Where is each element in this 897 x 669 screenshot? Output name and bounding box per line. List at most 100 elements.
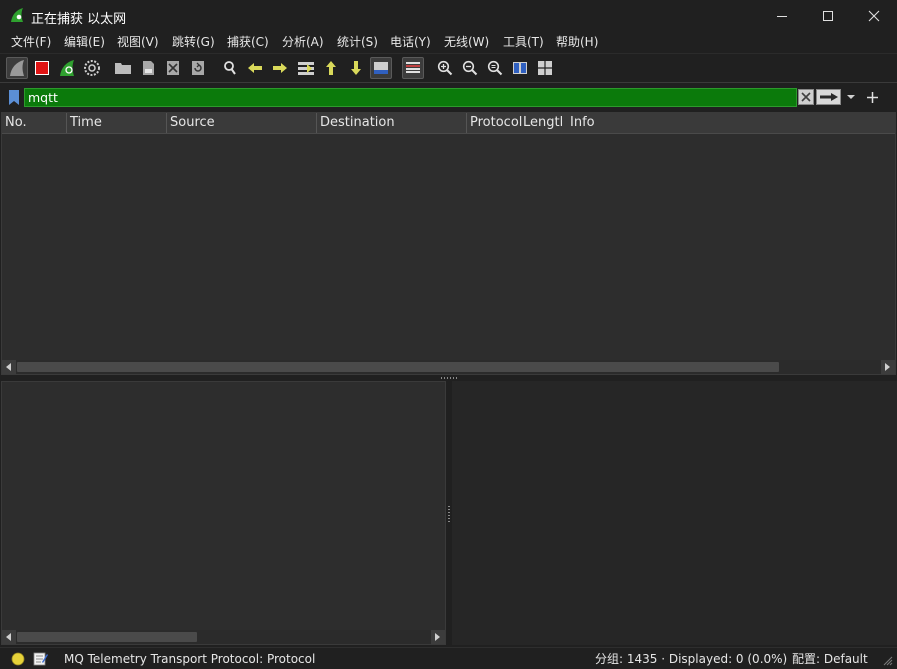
reload-file-button[interactable] bbox=[187, 57, 209, 79]
menu-go[interactable]: 跳转(G) bbox=[172, 33, 215, 51]
column-header-length[interactable]: Lengtl bbox=[523, 113, 567, 133]
save-file-button[interactable] bbox=[137, 57, 159, 79]
splitter-grip-icon bbox=[441, 377, 457, 379]
packet-details-pane[interactable] bbox=[1, 381, 446, 645]
scroll-left-icon bbox=[6, 633, 11, 641]
wireshark-fin-icon bbox=[11, 8, 23, 22]
go-back-icon bbox=[248, 63, 262, 73]
menu-capture[interactable]: 捕获(C) bbox=[227, 33, 269, 51]
packet-list-hscrollbar[interactable] bbox=[2, 360, 895, 374]
menu-wireless[interactable]: 无线(W) bbox=[444, 33, 489, 51]
open-file-button[interactable] bbox=[112, 57, 134, 79]
first-packet-button[interactable] bbox=[320, 57, 342, 79]
colorize-icon bbox=[406, 62, 420, 73]
restart-capture-icon bbox=[60, 60, 74, 76]
normal-size-icon bbox=[487, 60, 503, 76]
stop-capture-button[interactable] bbox=[31, 57, 53, 79]
first-packet-icon bbox=[326, 61, 336, 75]
scroll-left-button[interactable] bbox=[2, 360, 16, 374]
details-hscrollbar[interactable] bbox=[2, 630, 445, 644]
window-title: 正在捕获 以太网 bbox=[31, 12, 127, 27]
menu-analyze[interactable]: 分析(A) bbox=[282, 33, 324, 51]
layout-icon bbox=[538, 61, 552, 75]
last-packet-icon bbox=[351, 61, 361, 75]
close-button[interactable] bbox=[851, 0, 897, 31]
capture-comment-icon[interactable] bbox=[33, 651, 48, 666]
plus-icon bbox=[866, 92, 878, 103]
apply-filter-button[interactable] bbox=[816, 89, 841, 105]
display-filter-input[interactable] bbox=[24, 88, 797, 107]
save-file-icon bbox=[143, 61, 154, 75]
expert-info-icon[interactable] bbox=[11, 652, 25, 666]
scroll-right-button[interactable] bbox=[881, 360, 895, 374]
find-packet-button[interactable] bbox=[219, 57, 241, 79]
chevron-down-icon bbox=[847, 95, 855, 99]
details-scroll-left-button[interactable] bbox=[2, 630, 16, 644]
resize-grip-icon[interactable] bbox=[883, 656, 893, 666]
scroll-right-icon bbox=[885, 363, 890, 371]
normal-size-button[interactable] bbox=[484, 57, 506, 79]
autoscroll-button[interactable] bbox=[370, 57, 392, 79]
restart-capture-button[interactable] bbox=[56, 57, 78, 79]
capture-options-button[interactable] bbox=[81, 57, 103, 79]
zoom-in-icon bbox=[437, 60, 453, 76]
packet-list-pane[interactable]: No. Time Source Destination Protocol Len… bbox=[1, 112, 896, 375]
menu-help[interactable]: 帮助(H) bbox=[556, 33, 598, 51]
column-header-time[interactable]: Time bbox=[67, 113, 167, 133]
colorize-button[interactable] bbox=[402, 57, 424, 79]
menu-file[interactable]: 文件(F) bbox=[11, 33, 51, 51]
find-packet-icon bbox=[224, 61, 236, 75]
splitter-grip-vertical-icon bbox=[448, 506, 450, 522]
layout-button[interactable] bbox=[534, 57, 556, 79]
last-packet-button[interactable] bbox=[345, 57, 367, 79]
column-header-no[interactable]: No. bbox=[2, 113, 67, 133]
wireshark-window: 正在捕获 以太网 文件(F) 编辑(E) 视图(V) 跳转(G) 捕获(C) 分… bbox=[0, 0, 897, 669]
minimize-button[interactable] bbox=[759, 0, 805, 31]
title-bar: 正在捕获 以太网 bbox=[0, 0, 897, 31]
menu-bar: 文件(F) 编辑(E) 视图(V) 跳转(G) 捕获(C) 分析(A) 统计(S… bbox=[0, 31, 897, 53]
autoscroll-icon bbox=[374, 62, 388, 74]
menu-statistics[interactable]: 统计(S) bbox=[337, 33, 378, 51]
column-header-source[interactable]: Source bbox=[167, 113, 317, 133]
filter-history-button[interactable] bbox=[843, 89, 859, 105]
field-description: MQ Telemetry Transport Protocol: Protoco… bbox=[64, 652, 316, 666]
start-capture-button[interactable] bbox=[6, 57, 28, 79]
scroll-left-icon bbox=[6, 363, 11, 371]
go-back-button[interactable] bbox=[244, 57, 266, 79]
clear-icon bbox=[798, 89, 814, 105]
status-bar: MQ Telemetry Transport Protocol: Protoco… bbox=[0, 647, 897, 669]
menu-edit[interactable]: 编辑(E) bbox=[64, 33, 105, 51]
close-file-icon bbox=[167, 61, 179, 75]
scroll-right-icon bbox=[435, 633, 440, 641]
go-forward-icon bbox=[273, 63, 287, 73]
zoom-out-icon bbox=[462, 60, 478, 76]
minimize-icon bbox=[777, 15, 787, 17]
main-toolbar bbox=[0, 53, 897, 83]
close-icon bbox=[868, 10, 880, 21]
profile-label[interactable]: 配置: Default bbox=[792, 651, 868, 667]
start-capture-icon bbox=[10, 60, 24, 76]
packet-count: 分组: 1435 · Displayed: 0 (0.0%) bbox=[595, 652, 788, 666]
open-file-icon bbox=[115, 63, 131, 74]
menu-telephony[interactable]: 电话(Y) bbox=[390, 33, 431, 51]
menu-tools[interactable]: 工具(T) bbox=[503, 33, 544, 51]
details-scroll-right-button[interactable] bbox=[431, 630, 445, 644]
zoom-in-button[interactable] bbox=[434, 57, 456, 79]
go-to-packet-button[interactable] bbox=[295, 57, 317, 79]
column-header-info[interactable]: Info bbox=[567, 113, 895, 133]
add-filter-button[interactable] bbox=[864, 88, 880, 106]
maximize-button[interactable] bbox=[805, 0, 851, 31]
resize-columns-button[interactable] bbox=[509, 57, 531, 79]
filter-bookmark-icon[interactable] bbox=[8, 89, 20, 106]
reload-file-icon bbox=[192, 61, 204, 75]
packet-bytes-pane[interactable] bbox=[452, 381, 897, 645]
zoom-out-button[interactable] bbox=[459, 57, 481, 79]
go-forward-button[interactable] bbox=[269, 57, 291, 79]
column-header-protocol[interactable]: Protocol bbox=[467, 113, 525, 133]
menu-view[interactable]: 视图(V) bbox=[117, 33, 159, 51]
column-header-destination[interactable]: Destination bbox=[317, 113, 467, 133]
details-scroll-thumb[interactable] bbox=[17, 632, 197, 642]
close-file-button[interactable] bbox=[162, 57, 184, 79]
packet-list-scroll-thumb[interactable] bbox=[17, 362, 779, 372]
clear-filter-button[interactable] bbox=[798, 89, 814, 105]
